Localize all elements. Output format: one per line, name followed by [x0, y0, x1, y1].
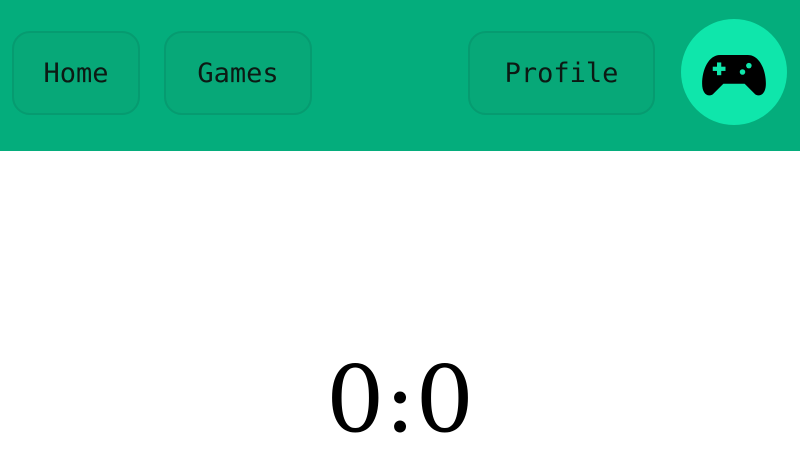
home-button[interactable]: Home	[12, 31, 140, 115]
score-display: 0:0	[325, 346, 475, 453]
games-button[interactable]: Games	[164, 31, 312, 115]
profile-button-label: Profile	[504, 57, 619, 89]
gamepad-icon	[702, 55, 766, 96]
profile-button[interactable]: Profile	[468, 31, 655, 115]
top-navigation-bar: Home Games Profile	[0, 0, 800, 151]
home-button-label: Home	[43, 57, 109, 89]
avatar[interactable]	[681, 19, 787, 125]
games-button-label: Games	[197, 57, 279, 89]
